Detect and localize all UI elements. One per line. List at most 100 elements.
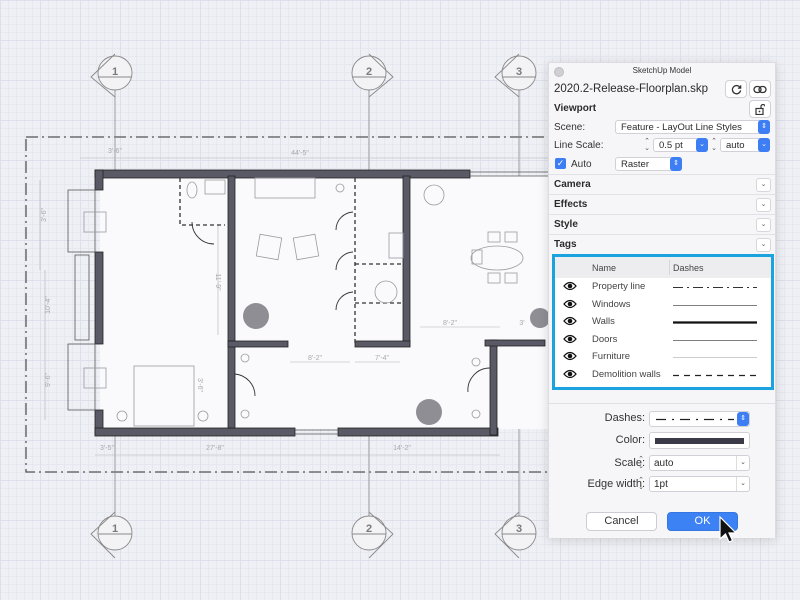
tag-name: Demolition walls [592,368,661,380]
model-filename: 2020.2-Release-Floorplan.skp [554,83,709,95]
chevron-updown-icon: ⇕ [670,157,682,171]
dimension-label: 8'-2" [308,355,322,362]
tag-row[interactable]: Property line [555,278,771,296]
eye-icon[interactable] [563,299,577,309]
dimension-label: 11'-9" [214,273,221,291]
edge-width-select[interactable]: 1pt ⌄ [649,476,750,492]
mouse-cursor-icon [719,515,738,543]
dash-preview-dash-dot [656,418,734,421]
edge-width-value: 1pt [654,479,668,490]
section-label: Style [554,219,578,230]
tag-row[interactable]: Walls [555,313,771,331]
grid-label: 1 [112,523,118,535]
column-header-name[interactable]: Name [592,263,616,273]
unlock-button[interactable] [749,100,771,118]
render-row: ✓ Auto Raster ⇕ [549,154,775,174]
grid-marker-top-2: 2 [351,53,394,98]
dash-preview-solid-thick [673,321,757,324]
sketchup-model-panel: SketchUp Model 2020.2-Release-Floorplan.… [548,62,776,538]
section-effects[interactable]: Effects ⌄ [549,194,775,214]
refresh-button[interactable] [725,80,747,98]
line-scale-select[interactable]: 0.5 pt ⌄ [653,138,708,152]
dimension-label: 7'-4" [375,355,389,362]
scene-row: Scene: Feature - LayOut Line Styles ⇕ [549,118,775,136]
eye-icon[interactable] [563,316,577,326]
dash-preview-dash-dot [673,287,757,288]
line-scale-mode-value: auto [726,140,745,151]
scene-select[interactable]: Feature - LayOut Line Styles ⇕ [615,120,770,134]
grid-label: 2 [366,66,372,78]
section-camera[interactable]: Camera ⌄ [549,174,775,194]
tag-row[interactable]: Windows [555,296,771,314]
line-scale-mode-select[interactable]: auto ⌄ [720,138,770,152]
eye-icon[interactable] [563,351,577,361]
grid-marker-top-3: 3 [494,53,537,98]
dimension-label: 9'-6" [45,373,52,387]
close-window-button[interactable] [554,67,564,77]
scale-select[interactable]: auto ⌄ [649,455,750,471]
dimension-label: 3'-6" [41,208,48,222]
eye-icon[interactable] [563,334,577,344]
dash-preview-solid-thin [673,339,757,341]
tags-table: Name Dashes Property line Windows Walls … [552,254,774,390]
auto-checkbox[interactable]: ✓ [555,158,566,169]
section-style[interactable]: Style ⌄ [549,214,775,234]
chevron-down-icon: ⌄ [758,138,770,152]
chevron-down-icon[interactable]: ⌄ [756,198,771,212]
chevron-down-icon: ⌄ [736,477,749,491]
dimension-label: 3'-6" [108,148,122,155]
render-mode-value: Raster [621,159,649,170]
section-tags[interactable]: Tags ⌄ [549,234,775,254]
grid-marker-top-1: 1 [90,53,133,98]
tag-name: Walls [592,316,615,327]
scale-stepper[interactable]: ⌃ ⌄ [637,456,645,470]
auto-label: Auto [571,158,592,170]
line-scale-stepper[interactable]: ⌃ ⌄ [643,138,651,152]
dash-preview-solid-thin [673,304,757,306]
dimension-label: 44'-5" [291,150,309,157]
grid-marker-bottom-3: 3 [494,511,537,559]
render-mode-select[interactable]: Raster ⇕ [615,157,682,171]
dimension-label: 3'-6" [196,378,203,392]
line-scale-value: 0.5 pt [659,140,683,151]
chevron-down-icon[interactable]: ⌄ [756,238,771,252]
line-scale-mode-stepper[interactable]: ⌃ ⌄ [710,138,718,152]
grid-label: 2 [366,523,372,535]
tag-row[interactable]: Demolition walls [555,366,771,384]
color-swatch [655,438,744,444]
dimension-label: 8'-2" [443,320,457,327]
chevron-down-icon: ⌄ [696,138,708,152]
section-label: Effects [554,199,588,210]
tag-row[interactable]: Doors [555,331,771,349]
viewport-title: Viewport [554,103,597,114]
dimension-label: 10'-4" [45,296,52,314]
eye-icon[interactable] [563,369,577,379]
panel-title: SketchUp Model [632,66,692,75]
chevron-down-icon[interactable]: ⌄ [756,218,771,232]
chevron-down-icon[interactable]: ⌄ [756,178,771,192]
dimension-label: 3' [519,320,524,327]
eye-icon[interactable] [563,281,577,291]
line-scale-label: Line Scale: [554,139,604,151]
tag-name: Doors [592,333,618,345]
dashes-select[interactable]: ⇕ [649,411,750,427]
dashes-label: Dashes: [604,412,645,424]
column-header-dashes[interactable]: Dashes [673,263,704,273]
tag-row[interactable]: Furniture [555,348,771,366]
dash-preview-dashed [673,374,757,376]
link-button[interactable] [749,80,771,98]
color-well[interactable] [649,432,750,449]
cancel-button[interactable]: Cancel [586,512,657,531]
chevron-updown-icon: ⇕ [737,412,749,426]
grid-marker-bottom-2: 2 [351,511,394,559]
grid-label: 1 [112,66,118,78]
line-scale-row: Line Scale: ⌃ ⌄ 0.5 pt ⌄ ⌃ ⌄ auto ⌄ [549,136,775,154]
tag-name: Property line [592,281,646,292]
dimension-label: 3'-5" [100,445,114,452]
edge-width-stepper[interactable]: ⌃ ⌄ [637,477,645,491]
grid-marker-bottom-1: 1 [90,511,133,559]
panel-titlebar: SketchUp Model [549,63,775,79]
tag-name: Windows [592,298,631,310]
model-file-row: 2020.2-Release-Floorplan.skp [549,79,775,99]
chevron-down-icon: ⌄ [736,456,749,470]
